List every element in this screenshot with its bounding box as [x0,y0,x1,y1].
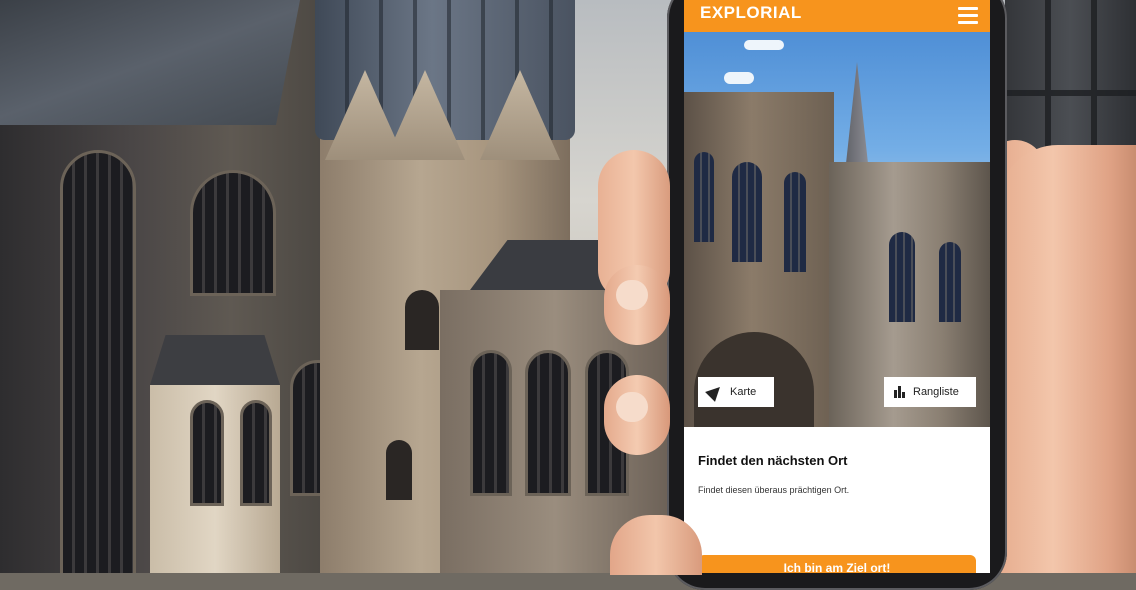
arch-window [405,290,439,350]
finger-bottom [610,515,702,575]
app-logo: EXPLORIAL [700,3,802,22]
arrived-button[interactable]: Ich bin am Ziel ort! [698,555,976,573]
photo-window [939,242,961,322]
gothic-window [190,400,224,506]
app-header: EXPLORIAL [684,0,990,32]
cloud [744,40,784,50]
gothic-window [190,170,276,296]
photo-window [732,162,762,262]
phone-screen: EXPLORIAL Karte Rangliste Findet den näc… [684,0,990,573]
cloud [724,72,754,84]
fingernail [616,392,648,422]
ranking-button-label: Rangliste [913,386,959,398]
photo-window [694,152,714,242]
ranking-button[interactable]: Rangliste [884,377,976,407]
hand-palm [998,145,1136,573]
fingernail [616,280,648,310]
photo-window [784,172,806,272]
gothic-window [240,400,272,506]
map-button-label: Karte [730,386,757,398]
location-photo: Karte Rangliste [684,32,990,427]
arch-window [386,440,412,500]
photo-window [889,232,915,322]
navigation-arrow-icon [705,382,725,402]
map-button[interactable]: Karte [698,377,774,407]
chapel-roof [150,335,280,385]
task-card: Findet den nächsten Ort Findet diesen üb… [684,427,990,573]
gothic-window [470,350,512,496]
gothic-window [60,150,136,573]
hamburger-menu-icon[interactable] [958,7,978,25]
cathedral-roof [0,0,300,125]
podium-icon [894,386,905,398]
card-description: Findet diesen überaus prächtigen Ort. [698,485,850,495]
card-title: Findet den nächsten Ort [698,453,848,468]
gothic-window [525,350,571,496]
